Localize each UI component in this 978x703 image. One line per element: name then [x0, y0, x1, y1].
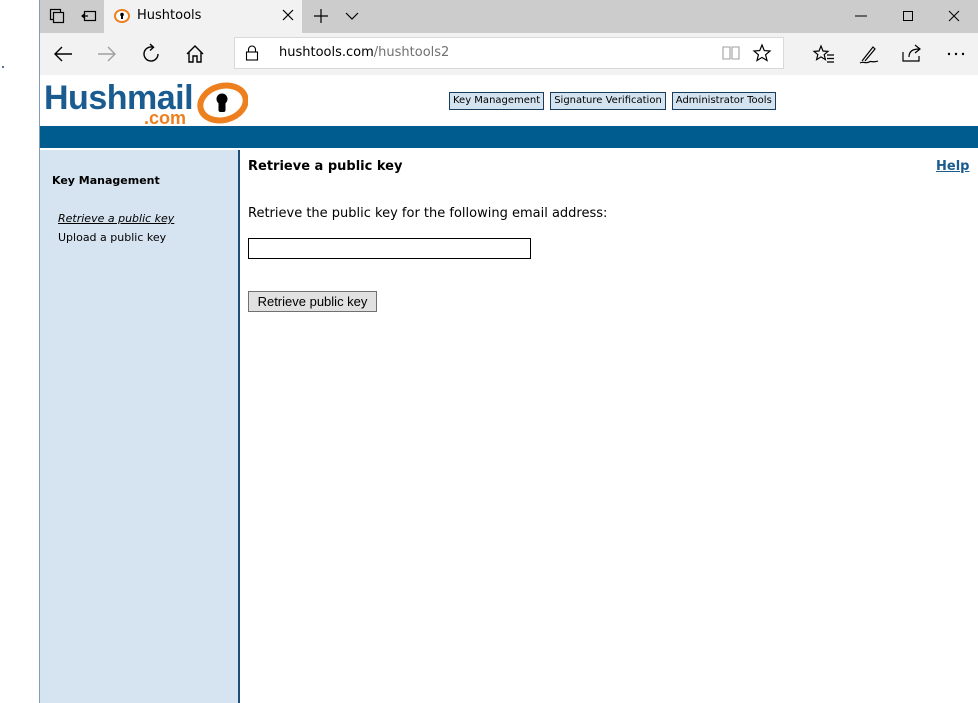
desktop-dot [2, 66, 4, 68]
sidebar-item-upload-public-key[interactable]: Upload a public key [58, 231, 166, 244]
browser-tab[interactable]: Hushtools [104, 0, 302, 33]
tab-bar: Hushtools [40, 0, 978, 33]
hushmail-logo[interactable]: Hushmail .com [44, 79, 249, 128]
main-content: Retrieve a public key Help Retrieve the … [240, 150, 978, 703]
instruction-text: Retrieve the public key for the followin… [248, 206, 608, 221]
maximize-icon[interactable] [900, 8, 916, 24]
url-text: hushtools.com/hushtools2 [279, 45, 449, 60]
home-icon[interactable] [183, 42, 207, 66]
set-tabs-aside-icon[interactable] [80, 7, 98, 25]
tab-title: Hushtools [137, 8, 202, 23]
address-bar[interactable]: hushtools.com/hushtools2 [234, 37, 784, 69]
refresh-icon[interactable] [139, 42, 163, 66]
web-page: Hushmail .com Key Management Signature V… [40, 75, 978, 703]
close-window-icon[interactable] [946, 8, 962, 24]
header-bar [40, 126, 978, 148]
chevron-down-icon[interactable] [344, 8, 360, 24]
hushmail-favicon-icon [114, 8, 130, 24]
sidebar-item-retrieve-public-key[interactable]: Retrieve a public key [58, 212, 174, 225]
navigation-bar: hushtools.com/hushtools2 [40, 33, 978, 75]
help-link[interactable]: Help [936, 159, 969, 174]
close-tab-icon[interactable] [280, 7, 296, 23]
browser-window: Hushtools hushtools.com/hushtools2 Hushm… [39, 0, 978, 703]
sidebar-title: Key Management [52, 174, 160, 187]
nav-signature-verification-button[interactable]: Signature Verification [550, 92, 666, 110]
url-host: hushtools.com [279, 45, 374, 60]
share-icon[interactable] [900, 42, 924, 66]
more-menu-icon[interactable] [944, 42, 968, 66]
favorites-hub-icon[interactable] [812, 42, 836, 66]
nav-key-management-button[interactable]: Key Management [449, 92, 545, 110]
new-tab-icon[interactable] [312, 7, 330, 25]
pen-notes-icon[interactable] [857, 42, 881, 66]
url-path: /hushtools2 [373, 45, 450, 60]
favorite-star-icon[interactable] [752, 43, 772, 63]
keyhole-logo-icon [196, 82, 249, 124]
email-address-input[interactable] [248, 238, 531, 259]
page-title: Retrieve a public key [248, 159, 403, 174]
tab-manager-icon[interactable] [48, 7, 66, 25]
back-arrow-icon[interactable] [51, 42, 75, 66]
lock-icon [245, 45, 259, 61]
nav-administrator-tools-button[interactable]: Administrator Tools [671, 92, 776, 110]
forward-arrow-icon[interactable] [95, 42, 119, 66]
sidebar: Key Management Retrieve a public key Upl… [40, 150, 240, 703]
reading-view-icon[interactable] [721, 44, 741, 62]
top-navigation: Key Management Signature Verification Ad… [449, 92, 776, 110]
retrieve-public-key-button[interactable]: Retrieve public key [248, 291, 377, 312]
minimize-icon[interactable] [853, 8, 869, 24]
